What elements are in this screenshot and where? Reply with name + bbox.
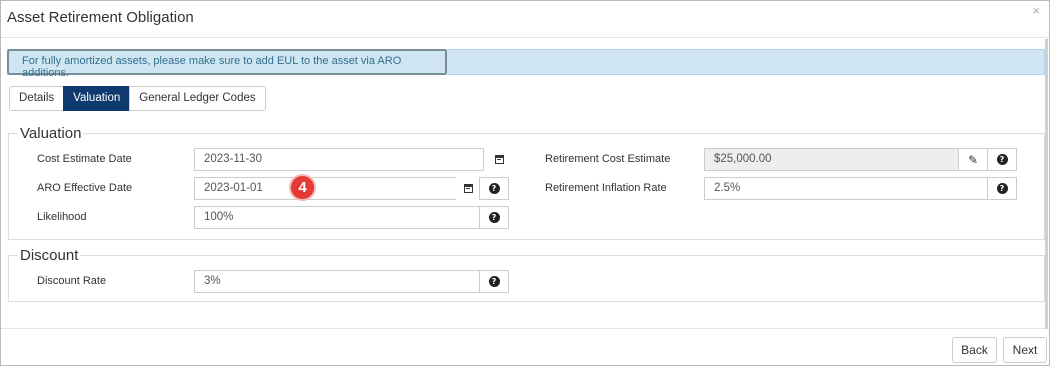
scrollbar[interactable] [1045,39,1048,329]
dialog-footer: Back Next [1,330,1049,366]
tab-bar: Details Valuation General Ledger Codes [9,86,266,111]
tab-details[interactable]: Details [9,86,65,111]
question-circle-icon: ? [488,183,500,194]
dialog-header: Asset Retirement Obligation × [1,1,1049,38]
question-circle-icon: ? [996,183,1008,194]
aro-effective-date-input[interactable]: 2023-01-01 [194,177,484,200]
valuation-legend: Valuation [18,125,84,142]
calendar-icon[interactable] [456,177,480,200]
close-icon[interactable]: × [1032,3,1040,18]
retirement-inflation-rate-input[interactable]: 2.5% [704,177,989,200]
tab-general-ledger-codes[interactable]: General Ledger Codes [129,86,266,111]
dialog-body: For fully amortized assets, please make … [1,39,1049,329]
discount-rate-help-button[interactable]: ? [479,270,509,293]
likelihood-input[interactable]: 100% [194,206,480,229]
discount-group: Discount Discount Rate 3% ? [8,247,1045,302]
calendar-icon[interactable] [487,148,511,171]
back-button[interactable]: Back [952,337,997,363]
edit-cost-button[interactable]: ✎ [958,148,988,171]
aro-effective-date-help-button[interactable]: ? [479,177,509,200]
valuation-group: Valuation Cost Estimate Date 2023-11-30 … [8,125,1045,240]
cost-estimate-date-label: Cost Estimate Date [37,153,132,165]
retirement-inflation-help-button[interactable]: ? [987,177,1017,200]
step-badge: 4 [289,174,316,201]
pencil-icon: ✎ [967,152,979,167]
question-circle-icon: ? [488,276,500,287]
likelihood-label: Likelihood [37,211,87,223]
question-circle-icon: ? [996,154,1008,165]
info-alert: For fully amortized assets, please make … [7,49,1045,79]
question-circle-icon: ? [488,212,500,223]
retirement-cost-help-button[interactable]: ? [987,148,1017,171]
likelihood-help-button[interactable]: ? [479,206,509,229]
dialog-title: Asset Retirement Obligation [7,9,194,26]
discount-rate-label: Discount Rate [37,275,107,287]
aro-dialog: Asset Retirement Obligation × For fully … [0,0,1050,366]
aro-effective-date-label: ARO Effective Date [37,182,133,194]
discount-legend: Discount [18,247,81,264]
cost-estimate-date-input[interactable]: 2023-11-30 [194,148,484,171]
next-button[interactable]: Next [1003,337,1047,363]
tab-valuation[interactable]: Valuation [63,86,131,111]
retirement-cost-estimate-input[interactable]: $25,000.00 [704,148,960,171]
alert-text: For fully amortized assets, please make … [7,49,447,79]
discount-rate-input[interactable]: 3% [194,270,480,293]
retirement-inflation-rate-label: Retirement Inflation Rate [545,182,667,194]
retirement-cost-estimate-label: Retirement Cost Estimate [545,153,671,165]
